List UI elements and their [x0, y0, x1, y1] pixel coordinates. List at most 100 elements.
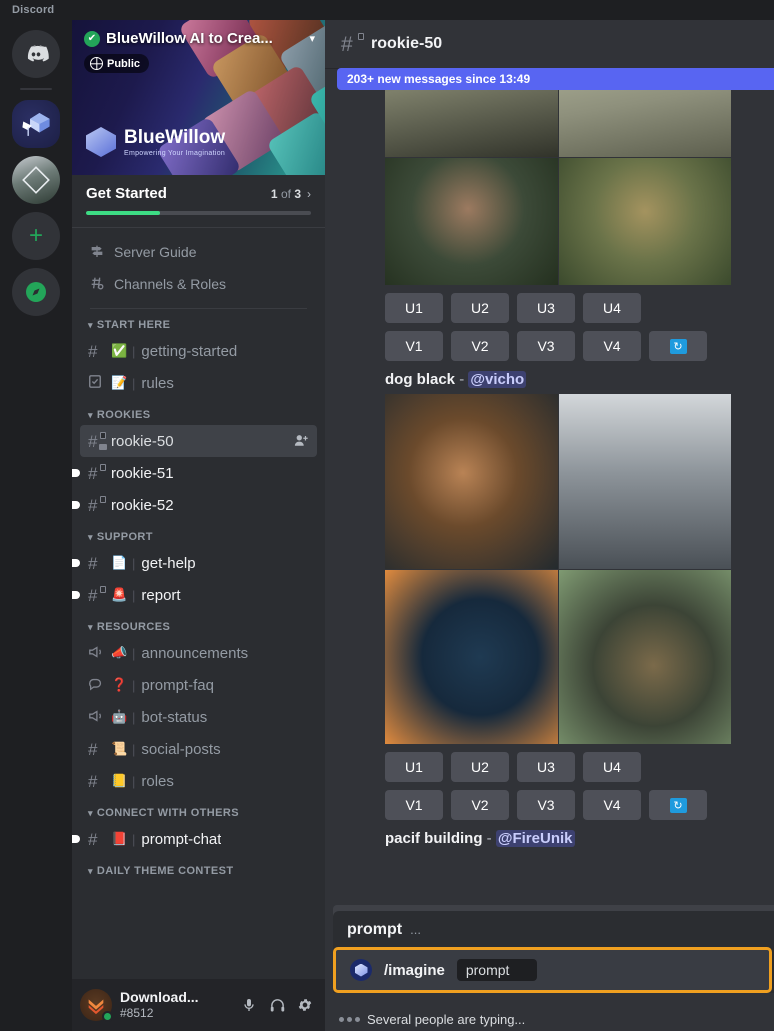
button-u4[interactable]: U4 — [583, 293, 641, 323]
microphone-icon[interactable] — [237, 993, 261, 1017]
plus-icon: + — [28, 222, 43, 249]
category-connect-with-others[interactable]: ▾ CONNECT WITH OTHERS — [80, 807, 317, 823]
button-u1[interactable]: U1 — [385, 293, 443, 323]
channel-sidebar: ✔ BlueWillow AI to Crea... ▾ Public Blue… — [72, 20, 325, 1031]
server-banner-header: ✔ BlueWillow AI to Crea... ▾ Public — [84, 30, 315, 75]
category-start-here[interactable]: ▾ START HERE — [80, 319, 317, 335]
guild-direct-messages[interactable] — [12, 30, 60, 78]
channel-name-separator: | — [132, 741, 136, 757]
sidebar-channel-rules[interactable]: 📝 | rules — [80, 367, 317, 399]
button-u4[interactable]: U4 — [583, 752, 641, 782]
sidebar-channel-prompt-chat[interactable]: # 📕 | prompt-chat — [72, 823, 317, 855]
channel-name-separator: | — [132, 375, 136, 391]
button-v3[interactable]: V3 — [517, 331, 575, 361]
button-v4[interactable]: V4 — [583, 331, 641, 361]
headphones-icon[interactable] — [265, 993, 289, 1017]
button-v3[interactable]: V3 — [517, 790, 575, 820]
button-u2[interactable]: U2 — [451, 752, 509, 782]
grid-image[interactable] — [558, 158, 731, 285]
autocomplete-option-imagine[interactable]: /imagine prompt — [333, 947, 772, 993]
channel-header: # rookie-50 — [325, 20, 774, 68]
button-v1[interactable]: V1 — [385, 331, 443, 361]
window-title: Discord — [0, 0, 774, 20]
sidebar-channel-roles[interactable]: # 📒 | roles — [80, 765, 317, 797]
chevron-down-icon: ▾ — [88, 865, 93, 876]
sidebar-channel-announcements[interactable]: 📣 | announcements — [80, 637, 317, 669]
sidebar-channel-get-help[interactable]: # 📄 | get-help — [72, 547, 317, 579]
image-grid[interactable] — [385, 68, 731, 285]
message-author-mention[interactable]: @vicho — [468, 371, 527, 388]
sidebar-channel-report[interactable]: # 🚨 | report — [72, 579, 317, 611]
category-label: SUPPORT — [96, 531, 153, 543]
chevron-down-icon: ▾ — [88, 807, 93, 818]
sidebar-channel-rookie-52[interactable]: # rookie-52 — [72, 489, 317, 521]
reroll-icon: ↻ — [669, 338, 687, 354]
channels-search-icon — [88, 275, 106, 294]
channel-hash-icon: # — [88, 771, 98, 791]
channel-name: prompt-faq — [141, 676, 214, 694]
button-v4[interactable]: V4 — [583, 790, 641, 820]
button-v2[interactable]: V2 — [451, 790, 509, 820]
variation-button-row: V1 V2 V3 V4 ↻ — [385, 782, 774, 820]
channel-hash-icon: # — [88, 431, 107, 450]
button-u2[interactable]: U2 — [451, 293, 509, 323]
grid-image[interactable] — [385, 158, 558, 285]
username: Download... — [120, 990, 199, 1006]
sidebar-channel-social-posts[interactable]: # 📜 | social-posts — [80, 733, 317, 765]
grid-image[interactable] — [558, 569, 731, 744]
get-started-progressbar-fill — [86, 211, 161, 215]
get-started-section[interactable]: Get Started 1 of 3 › — [72, 175, 325, 228]
channel-hash-icon: # — [88, 341, 98, 361]
sidebar-channel-prompt-faq[interactable]: ❓ | prompt-faq — [80, 669, 317, 701]
button-u3[interactable]: U3 — [517, 752, 575, 782]
channel-title: rookie-50 — [371, 35, 443, 52]
message-prompt-line: pacif building - @FireUnik — [325, 824, 774, 853]
category-resources[interactable]: ▾ RESOURCES — [80, 621, 317, 637]
server-privacy-label: Public — [107, 57, 141, 70]
sidebar-channel-bot-status[interactable]: 🤖 | bot-status — [80, 701, 317, 733]
grid-image[interactable] — [385, 569, 558, 744]
lock-icon — [358, 32, 364, 40]
grid-image[interactable] — [385, 394, 558, 569]
guild-add-server[interactable]: + — [12, 212, 60, 260]
chevron-down-icon[interactable]: ▾ — [309, 32, 315, 45]
button-u3[interactable]: U3 — [517, 293, 575, 323]
channel-hash-icon: # — [88, 463, 106, 482]
nav-item-channels-roles[interactable]: Channels & Roles — [80, 268, 317, 300]
forum-channel-icon — [88, 677, 105, 694]
grid-image[interactable] — [558, 394, 731, 569]
guild-explore[interactable] — [12, 268, 60, 316]
server-wordmark: BlueWillow Empowering Your Imagination — [86, 127, 225, 157]
image-grid[interactable] — [385, 394, 731, 744]
button-u1[interactable]: U1 — [385, 752, 443, 782]
reroll-button[interactable]: ↻ — [649, 331, 707, 361]
new-messages-banner[interactable]: 203+ new messages since 13:49 — [337, 68, 774, 90]
user-identity[interactable]: Download... #8512 — [120, 990, 199, 1020]
channel-emoji: 📣 — [111, 645, 128, 660]
category-support[interactable]: ▾ SUPPORT — [80, 531, 317, 547]
server-banner[interactable]: ✔ BlueWillow AI to Crea... ▾ Public Blue… — [72, 20, 325, 175]
category-daily-theme-contest[interactable]: ▾ DAILY THEME CONTEST — [80, 865, 317, 881]
guild-bluewillow[interactable] — [12, 100, 60, 148]
channel-list[interactable]: Server Guide Channels & Roles ▾ START HERE #… — [72, 228, 325, 979]
get-started-arrow-icon[interactable]: › — [307, 187, 311, 201]
add-member-icon[interactable] — [294, 433, 309, 450]
avatar[interactable] — [80, 989, 113, 1022]
reroll-button[interactable]: ↻ — [649, 790, 707, 820]
guild-mountain[interactable] — [12, 156, 60, 204]
message-list[interactable]: U1 U2 U3 U4 V1 V2 V3 V4 ↻ dog black - @vicho — [325, 68, 774, 1031]
prompt-text: dog black — [385, 371, 456, 388]
category-rookies[interactable]: ▾ ROOKIES — [80, 409, 317, 425]
wordmark-tagline: Empowering Your Imagination — [124, 149, 226, 157]
button-v1[interactable]: V1 — [385, 790, 443, 820]
command-name: /imagine — [384, 961, 445, 979]
sidebar-channel-getting-started[interactable]: # ✅ | getting-started — [80, 335, 317, 367]
gear-icon[interactable] — [293, 993, 317, 1017]
button-v2[interactable]: V2 — [451, 331, 509, 361]
sidebar-channel-rookie-50[interactable]: # rookie-50 — [80, 425, 317, 457]
compass-icon — [26, 282, 46, 302]
nav-item-server-guide[interactable]: Server Guide — [80, 236, 317, 268]
message-author-mention[interactable]: @FireUnik — [495, 830, 575, 847]
sidebar-channel-rookie-51[interactable]: # rookie-51 — [72, 457, 317, 489]
bluewillow-bot-icon — [350, 959, 372, 981]
